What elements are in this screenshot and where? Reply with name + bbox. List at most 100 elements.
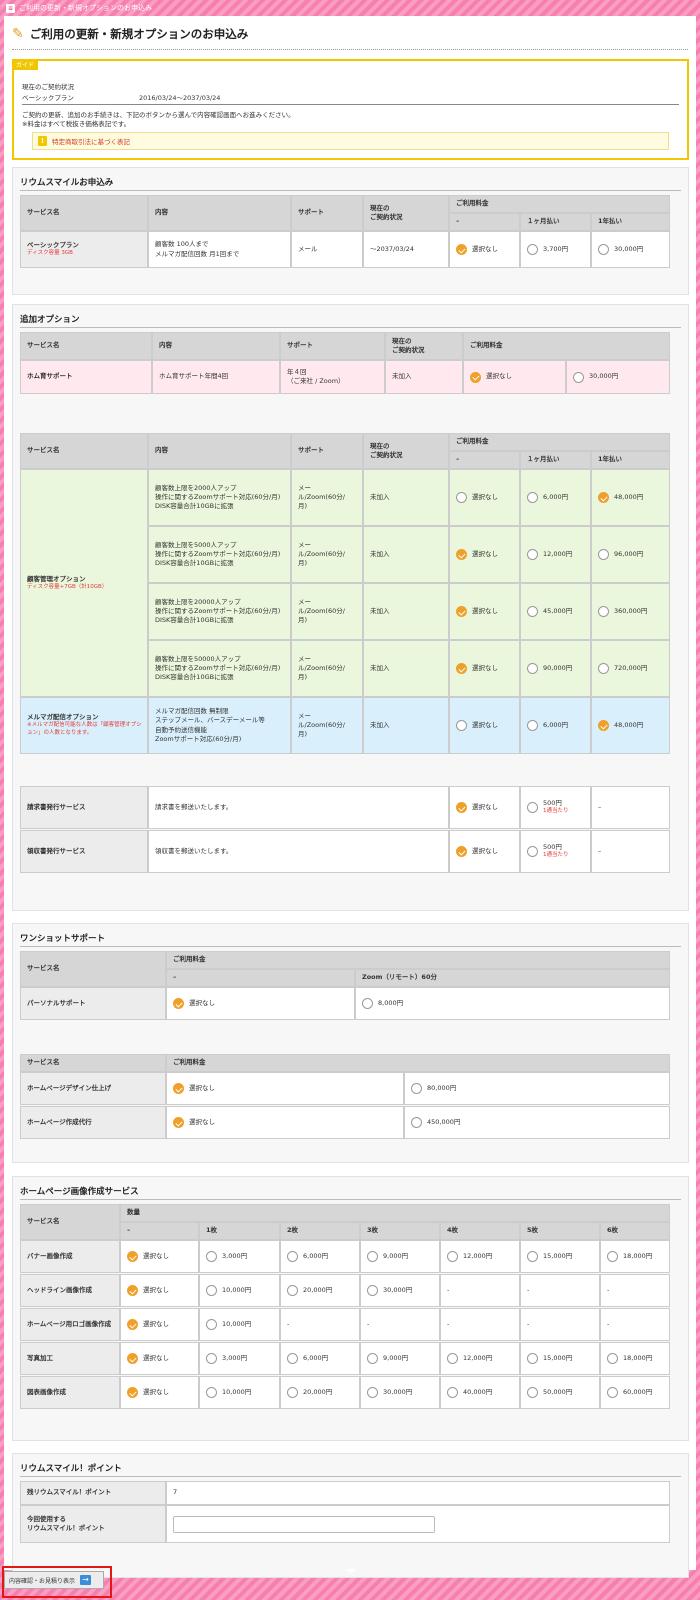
option-radio[interactable]: 6,000円 [280,1240,360,1273]
radio-unchecked-icon[interactable] [411,1083,422,1094]
option-radio[interactable]: 選択なし [449,469,520,526]
radio-unchecked-icon[interactable] [527,1387,538,1398]
option-radio[interactable]: 選択なし [449,640,520,697]
option-radio[interactable]: 500円 1通当たり [520,830,591,873]
radio-unchecked-icon[interactable] [287,1251,298,1262]
option-radio[interactable]: 9,000円 [360,1240,440,1273]
radio-unchecked-icon[interactable] [527,549,538,560]
radio-unchecked-icon[interactable] [598,606,609,617]
radio-checked-icon[interactable] [456,846,467,857]
option-radio[interactable]: 選択なし [449,583,520,640]
option-radio[interactable]: 360,000円 [591,583,670,640]
radio-checked-icon[interactable] [173,1117,184,1128]
radio-unchecked-icon[interactable] [411,1117,422,1128]
radio-unchecked-icon[interactable] [527,1251,538,1262]
radio-unchecked-icon[interactable] [447,1353,458,1364]
radio-unchecked-icon[interactable] [527,244,538,255]
points-input[interactable] [173,1515,435,1533]
option-radio[interactable]: 30,000円 [566,360,670,394]
option-radio[interactable]: 50,000円 [520,1376,600,1409]
option-radio[interactable]: 48,000円 [591,697,670,754]
option-radio[interactable]: 6,000円 [520,697,591,754]
option-radio[interactable]: 40,000円 [440,1376,520,1409]
option-radio[interactable]: 選択なし [463,360,566,394]
radio-unchecked-icon[interactable] [367,1387,378,1398]
radio-unchecked-icon[interactable] [367,1285,378,1296]
radio-checked-icon[interactable] [598,720,609,731]
radio-unchecked-icon[interactable] [367,1251,378,1262]
radio-unchecked-icon[interactable] [527,802,538,813]
radio-unchecked-icon[interactable] [287,1353,298,1364]
option-radio[interactable]: 選択なし [120,1342,199,1375]
option-radio[interactable]: 6,000円 [280,1342,360,1375]
radio-unchecked-icon[interactable] [456,492,467,503]
radio-unchecked-icon[interactable] [607,1353,618,1364]
radio-checked-icon[interactable] [127,1285,138,1296]
option-radio[interactable]: 720,000円 [591,640,670,697]
option-radio[interactable]: 選択なし [120,1274,199,1307]
radio-unchecked-icon[interactable] [607,1251,618,1262]
radio-checked-icon[interactable] [456,802,467,813]
option-radio[interactable]: 60,000円 [600,1376,670,1409]
option-radio[interactable]: 6,000円 [520,469,591,526]
radio-unchecked-icon[interactable] [362,998,373,1009]
option-radio[interactable]: 選択なし [120,1240,199,1273]
option-radio[interactable]: 18,000円 [600,1342,670,1375]
option-radio[interactable]: 96,000円 [591,526,670,583]
radio-checked-icon[interactable] [127,1387,138,1398]
option-radio[interactable]: 選択なし [449,697,520,754]
radio-checked-icon[interactable] [598,492,609,503]
option-radio[interactable]: 9,000円 [360,1342,440,1375]
radio-unchecked-icon[interactable] [206,1353,217,1364]
radio-checked-icon[interactable] [127,1251,138,1262]
option-radio[interactable]: 3,000円 [199,1240,280,1273]
radio-checked-icon[interactable] [470,371,481,383]
option-radio[interactable]: 12,000円 [440,1342,520,1375]
radio-unchecked-icon[interactable] [527,492,538,503]
radio-unchecked-icon[interactable] [367,1353,378,1364]
radio-unchecked-icon[interactable] [447,1387,458,1398]
radio-unchecked-icon[interactable] [573,371,584,383]
radio-checked-icon[interactable] [173,1083,184,1094]
law-link-text[interactable]: 特定商取引法に基づく表記 [52,136,130,146]
option-radio[interactable]: 選択なし [449,830,520,873]
option-radio[interactable]: 10,000円 [199,1308,280,1341]
radio-unchecked-icon[interactable] [206,1387,217,1398]
option-radio[interactable]: 15,000円 [520,1240,600,1273]
option-radio[interactable]: 20,000円 [280,1274,360,1307]
option-radio[interactable]: 80,000円 [404,1072,670,1105]
option-radio[interactable]: 30,000円 [360,1376,440,1409]
option-radio[interactable]: 選択なし [166,987,355,1020]
option-radio[interactable]: 選択なし [166,1072,404,1105]
option-radio[interactable]: 選択なし [449,786,520,829]
option-radio[interactable]: 30,000円 [591,231,670,268]
option-radio[interactable]: 18,000円 [600,1240,670,1273]
radio-checked-icon[interactable] [456,244,467,255]
option-radio[interactable]: 3,700円 [520,231,591,268]
radio-unchecked-icon[interactable] [527,663,538,674]
option-radio[interactable]: 90,000円 [520,640,591,697]
option-radio[interactable]: 45,000円 [520,583,591,640]
radio-unchecked-icon[interactable] [456,720,467,731]
radio-unchecked-icon[interactable] [287,1285,298,1296]
radio-unchecked-icon[interactable] [287,1387,298,1398]
option-radio[interactable]: 12,000円 [440,1240,520,1273]
option-radio[interactable]: 450,000円 [404,1106,670,1139]
option-radio[interactable]: 選択なし [120,1308,199,1341]
option-radio[interactable]: 12,000円 [520,526,591,583]
option-radio[interactable]: 15,000円 [520,1342,600,1375]
option-radio[interactable]: 10,000円 [199,1376,280,1409]
radio-checked-icon[interactable] [127,1353,138,1364]
radio-unchecked-icon[interactable] [598,549,609,560]
radio-checked-icon[interactable] [456,606,467,617]
radio-unchecked-icon[interactable] [527,606,538,617]
option-radio[interactable]: 20,000円 [280,1376,360,1409]
option-radio[interactable]: 3,000円 [199,1342,280,1375]
radio-unchecked-icon[interactable] [607,1387,618,1398]
option-radio[interactable]: 8,000円 [355,987,670,1020]
radio-unchecked-icon[interactable] [527,1353,538,1364]
option-radio[interactable]: 10,000円 [199,1274,280,1307]
radio-unchecked-icon[interactable] [447,1251,458,1262]
radio-unchecked-icon[interactable] [206,1251,217,1262]
radio-checked-icon[interactable] [456,549,467,560]
